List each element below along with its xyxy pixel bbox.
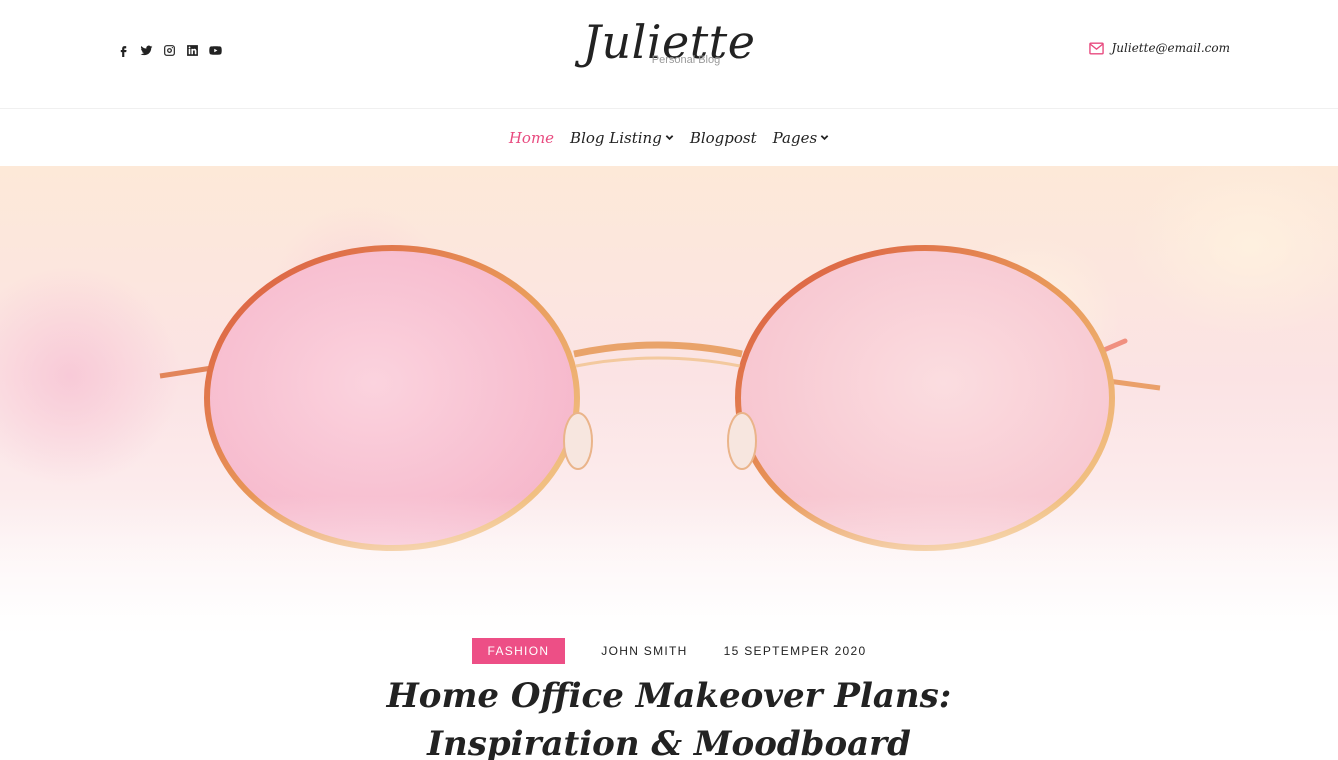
nav-item-pages[interactable]: Pages: [773, 129, 830, 147]
nav-item-label: Pages: [772, 128, 818, 147]
nav-item-blogpost[interactable]: Blogpost: [690, 129, 757, 147]
post-author[interactable]: JOHN SMITH: [601, 644, 687, 658]
category-badge[interactable]: FASHION: [471, 638, 566, 664]
top-header: Juliette Personal Blog Juliette@email.co…: [0, 0, 1338, 109]
hero-image: [0, 166, 1338, 636]
post-date: 15 SEPTEMPER 2020: [723, 644, 867, 658]
main-nav: Home Blog Listing Blogpost Pages: [0, 109, 1338, 166]
email-link[interactable]: Juliette@email.com: [1089, 41, 1230, 55]
nav-item-label: Blog Listing: [570, 128, 662, 147]
chevron-down-icon: [665, 135, 674, 141]
nav-item-blog-listing[interactable]: Blog Listing: [570, 129, 674, 147]
nav-item-home[interactable]: Home: [509, 129, 554, 147]
email-address: Juliette@email.com: [1111, 41, 1230, 55]
envelope-icon: [1089, 42, 1105, 54]
site-tagline: Personal Blog: [651, 54, 721, 66]
nav-item-label: Home: [508, 128, 555, 147]
chevron-down-icon: [820, 135, 829, 141]
post-meta: FASHION JOHN SMITH 15 SEPTEMPER 2020: [0, 638, 1338, 664]
nav-item-label: Blogpost: [689, 128, 757, 147]
post-title[interactable]: Home Office Makeover Plans: Inspiration …: [0, 672, 1338, 760]
